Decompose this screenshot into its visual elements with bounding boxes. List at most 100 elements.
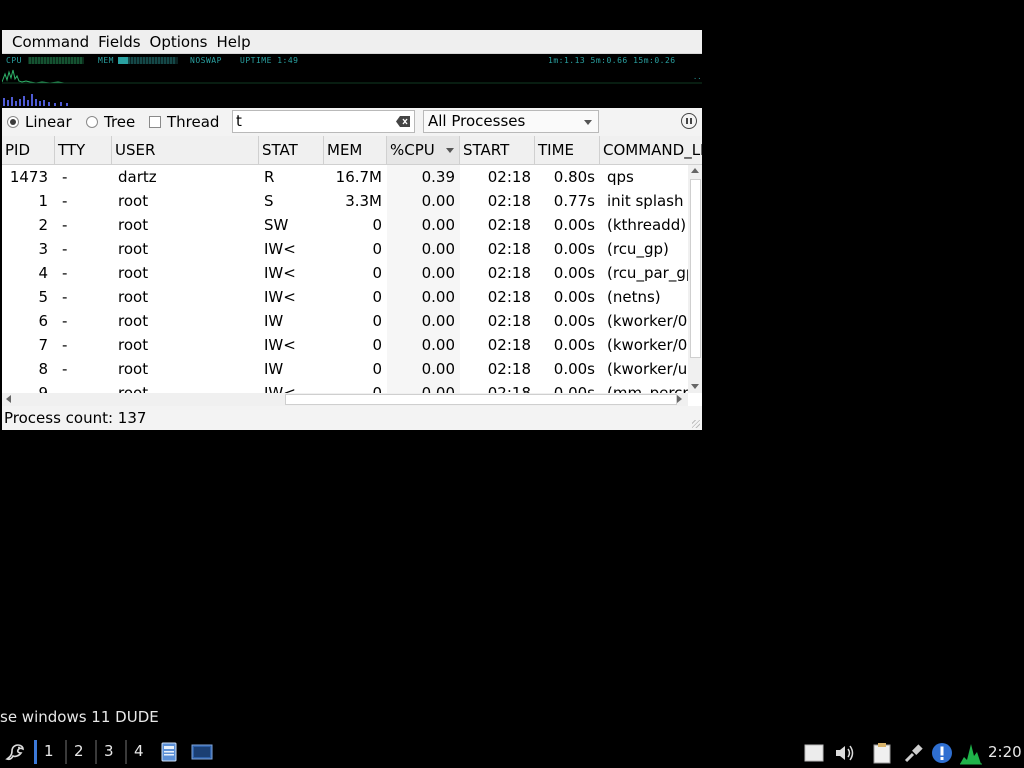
desktop-message: se windows 11 DUDE	[0, 708, 159, 726]
cell-stat: IW<	[264, 288, 296, 306]
checkbox-thread-icon[interactable]	[149, 116, 161, 128]
scroll-up-icon[interactable]	[691, 168, 699, 173]
clear-search-icon[interactable]	[396, 116, 410, 127]
table-row[interactable]: 9 - root IW< 0 0.00 02:18 0.00s (mm_percp	[2, 381, 688, 393]
network-icon[interactable]	[903, 742, 925, 764]
workspace-4[interactable]: 4	[134, 742, 144, 760]
table-row[interactable]: 7- root IW< 0 0.00 02:18 0.00s (kworker/0	[2, 333, 688, 357]
clipboard-icon[interactable]	[872, 742, 892, 764]
column-command-line[interactable]: COMMAND_LINE	[600, 136, 702, 164]
clock[interactable]: 2:20	[988, 743, 1022, 761]
menu-command[interactable]: Command	[2, 31, 96, 53]
menubar: Command Fields Options Help	[2, 30, 702, 54]
cell-pid: 8	[38, 360, 48, 378]
volume-icon[interactable]	[834, 743, 856, 763]
vertical-scrollbar[interactable]	[688, 165, 702, 393]
cell-command-line: (kthreadd)	[607, 216, 687, 234]
cell-start: 02:18	[487, 240, 531, 258]
cell-pid: 4	[38, 264, 48, 282]
view-tree-option[interactable]: Tree	[86, 113, 135, 131]
table-row[interactable]: 5- root IW< 0 0.00 02:18 0.00s (netns)	[2, 285, 688, 309]
cell-command-line: init splash	[607, 192, 684, 210]
cpu-label: CPU	[6, 56, 22, 65]
cell-stat: IW<	[264, 264, 296, 282]
process-count: Process count: 137	[4, 409, 147, 427]
process-filter-select[interactable]: All Processes	[423, 110, 599, 133]
process-table: PID TTY USER STAT MEM %CPU START TIME CO…	[2, 136, 702, 406]
scroll-left-icon[interactable]	[6, 395, 11, 403]
qps-window: Command Fields Options Help .. CPU MEM N…	[2, 30, 702, 430]
cell-mem: 0	[372, 312, 382, 330]
workspace-separator	[65, 740, 67, 764]
vertical-scroll-thumb[interactable]	[690, 179, 701, 358]
cell-stat: IW	[264, 360, 284, 378]
workspace-2[interactable]: 2	[74, 742, 84, 760]
cell-command-line: (kworker/0	[607, 312, 688, 330]
workspace-3[interactable]: 3	[104, 742, 114, 760]
view-tree-label: Tree	[104, 113, 136, 131]
table-row[interactable]: 1- root S 3.3M 0.00 02:18 0.77s init splash	[2, 189, 688, 213]
radio-tree-icon[interactable]	[86, 116, 98, 128]
search-input[interactable]: t	[232, 110, 415, 133]
cell-pid: 2	[38, 216, 48, 234]
column-user[interactable]: USER	[112, 136, 259, 164]
cell-tty: -	[62, 264, 68, 282]
taskbar: 1 2 3 4 2:20	[0, 736, 1024, 768]
cell-command-line: qps	[607, 168, 634, 186]
radio-linear-icon[interactable]	[7, 116, 19, 128]
view-thread-option[interactable]: Thread	[149, 113, 219, 131]
table-row[interactable]: 2- root SW 0 0.00 02:18 0.00s (kthreadd)	[2, 213, 688, 237]
cell-user: root	[118, 336, 149, 354]
workspace-1[interactable]: 1	[44, 742, 54, 760]
column-mem[interactable]: MEM	[324, 136, 387, 164]
cpu-monitor-icon[interactable]	[959, 741, 983, 765]
menu-options[interactable]: Options	[148, 31, 215, 53]
cell-mem: 0	[372, 216, 382, 234]
table-row[interactable]: 3- root IW< 0 0.00 02:18 0.00s (rcu_gp)	[2, 237, 688, 261]
resize-grip-icon[interactable]	[692, 420, 700, 428]
file-manager-icon[interactable]	[160, 742, 178, 762]
menu-help[interactable]: Help	[214, 31, 257, 53]
cell-cpu: 0.00	[421, 216, 455, 234]
view-linear-option[interactable]: Linear	[7, 113, 72, 131]
notes-icon[interactable]	[804, 744, 824, 762]
update-icon[interactable]	[931, 742, 953, 764]
status-bar: Process count: 137	[2, 406, 702, 430]
cell-tty: -	[62, 216, 68, 234]
horizontal-scroll-thumb[interactable]	[285, 394, 677, 405]
scroll-right-icon[interactable]	[677, 395, 682, 403]
table-row[interactable]: 8- root IW 0 0.00 02:18 0.00s (kworker/u	[2, 357, 688, 381]
load-average-label: 1m:1.13 5m:0.66 15m:0.26	[548, 56, 676, 65]
column-stat[interactable]: STAT	[259, 136, 324, 164]
horizontal-scrollbar[interactable]	[2, 393, 688, 406]
menu-icon[interactable]	[4, 741, 26, 763]
column-time[interactable]: TIME	[535, 136, 600, 164]
pause-icon[interactable]	[681, 113, 697, 129]
view-linear-label: Linear	[25, 113, 72, 131]
cell-tty: -	[62, 288, 68, 306]
column-cpu[interactable]: %CPU	[387, 136, 460, 164]
uptime-label: UPTIME 1:49	[240, 56, 299, 65]
cell-mem: 0	[372, 288, 382, 306]
column-pid[interactable]: PID	[2, 136, 55, 164]
terminal-icon[interactable]	[191, 744, 213, 760]
column-tty[interactable]: TTY	[55, 136, 112, 164]
cell-mem: 0	[372, 240, 382, 258]
cell-stat: IW<	[264, 336, 296, 354]
cell-pid: 3	[38, 240, 48, 258]
cell-stat: R	[264, 168, 275, 186]
view-thread-label: Thread	[167, 113, 220, 131]
cell-mem: 3.3M	[345, 192, 382, 210]
table-row[interactable]: 6- root IW 0 0.00 02:18 0.00s (kworker/0	[2, 309, 688, 333]
cell-start: 02:18	[487, 264, 531, 282]
cell-pid: 1473	[9, 168, 48, 186]
menu-fields[interactable]: Fields	[96, 31, 147, 53]
column-start[interactable]: START	[460, 136, 535, 164]
cell-stat: IW<	[264, 240, 296, 258]
cell-pid: 1	[38, 192, 48, 210]
table-row[interactable]: 1473- dartz R 16.7M 0.39 02:18 0.80s qps	[2, 165, 688, 189]
workspace-separator	[125, 740, 127, 764]
cell-mem: 0	[372, 336, 382, 354]
table-row[interactable]: 4- root IW< 0 0.00 02:18 0.00s (rcu_par_gp)	[2, 261, 688, 285]
scroll-down-icon[interactable]	[691, 384, 699, 389]
